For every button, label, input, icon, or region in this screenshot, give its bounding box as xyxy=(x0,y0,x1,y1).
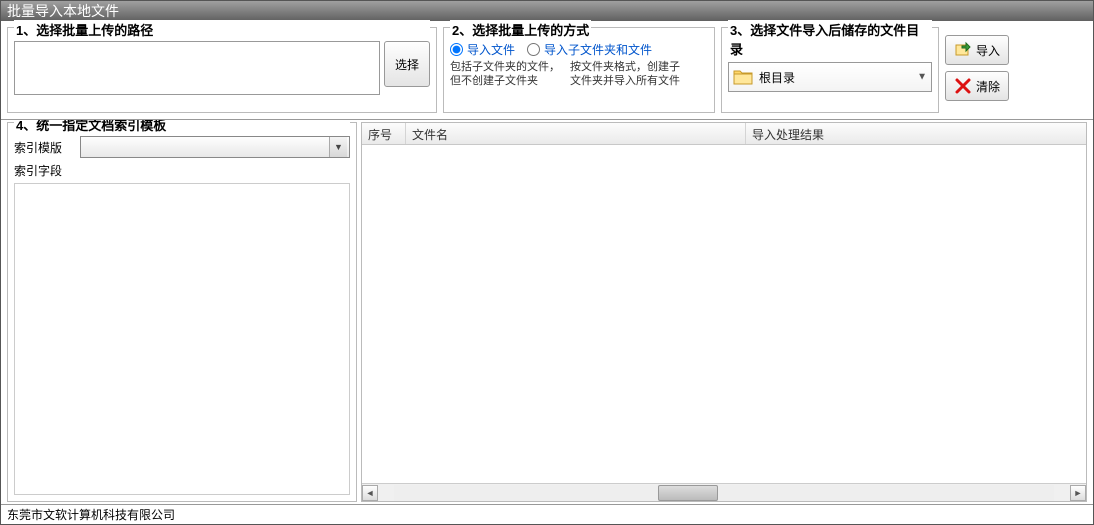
import-button[interactable]: 导入 xyxy=(945,35,1009,65)
clear-button-label: 清除 xyxy=(976,78,1000,95)
main-row: 4、统一指定文档索引模板 索引模版 ▼ 索引字段 序号 文件名 xyxy=(1,120,1093,504)
action-buttons: 导入 清除 xyxy=(945,27,1009,113)
import-button-label: 导入 xyxy=(976,42,1000,59)
select-path-button[interactable]: 选择 xyxy=(384,41,430,87)
target-dir-value: 根目录 xyxy=(759,69,795,86)
col-seq[interactable]: 序号 xyxy=(362,123,406,144)
section-path: 1、选择批量上传的路径 选择 xyxy=(7,27,437,113)
window-title: 批量导入本地文件 xyxy=(7,1,119,21)
horizontal-scrollbar[interactable]: ◄ ► xyxy=(362,483,1086,501)
result-table: 序号 文件名 导入处理结果 ◄ ► xyxy=(361,122,1087,502)
path-input[interactable] xyxy=(14,41,380,95)
clear-icon xyxy=(954,77,972,95)
radio-import-files-input[interactable] xyxy=(450,43,463,56)
method-desc-1: 包括子文件夹的文件，但不创建子文件夹 xyxy=(450,60,560,88)
scroll-track[interactable] xyxy=(394,485,1054,501)
col-result[interactable]: 导入处理结果 xyxy=(746,123,1086,144)
radio-import-subfolders-input[interactable] xyxy=(527,43,540,56)
target-dir-combo[interactable]: 根目录 ▼ xyxy=(728,62,932,92)
fields-label: 索引字段 xyxy=(14,162,74,179)
radio-import-subfolders[interactable]: 导入子文件夹和文件 xyxy=(527,41,652,58)
folder-icon xyxy=(733,68,753,86)
chevron-down-icon: ▼ xyxy=(329,137,347,157)
top-row: 1、选择批量上传的路径 选择 2、选择批量上传的方式 导入文件 导入子文件夹和文… xyxy=(1,21,1093,120)
section-target-dir: 3、选择文件导入后储存的文件目录 根目录 ▼ xyxy=(721,27,939,113)
scroll-left-icon[interactable]: ◄ xyxy=(362,485,378,501)
company-label: 东莞市文软计算机科技有限公司 xyxy=(7,506,175,523)
import-icon xyxy=(954,41,972,59)
statusbar: 东莞市文软计算机科技有限公司 xyxy=(1,504,1093,524)
section-index-template: 4、统一指定文档索引模板 索引模版 ▼ 索引字段 xyxy=(7,122,357,502)
scroll-right-icon[interactable]: ► xyxy=(1070,485,1086,501)
method-desc-2: 按文件夹格式，创建子文件夹并导入所有文件 xyxy=(570,60,680,88)
section-path-title: 1、选择批量上传的路径 xyxy=(14,20,430,39)
app-window: 批量导入本地文件 1、选择批量上传的路径 选择 2、选择批量上传的方式 导入文件 xyxy=(0,0,1094,525)
radio-import-files[interactable]: 导入文件 xyxy=(450,41,515,58)
table-header: 序号 文件名 导入处理结果 xyxy=(362,123,1086,145)
section-target-dir-title: 3、选择文件导入后储存的文件目录 xyxy=(728,20,932,58)
table-body[interactable] xyxy=(362,145,1086,483)
section-method: 2、选择批量上传的方式 导入文件 导入子文件夹和文件 包括子文件夹的文件，但不创… xyxy=(443,27,715,113)
template-dropdown[interactable]: ▼ xyxy=(80,136,350,158)
section-index-template-title: 4、统一指定文档索引模板 xyxy=(14,120,350,134)
col-filename[interactable]: 文件名 xyxy=(406,123,746,144)
chevron-down-icon: ▼ xyxy=(917,72,927,83)
scroll-thumb[interactable] xyxy=(658,485,718,501)
section-method-title: 2、选择批量上传的方式 xyxy=(450,20,591,39)
window-titlebar: 批量导入本地文件 xyxy=(1,1,1093,21)
clear-button[interactable]: 清除 xyxy=(945,71,1009,101)
radio-import-files-label: 导入文件 xyxy=(467,41,515,58)
index-fields-box[interactable] xyxy=(14,183,350,495)
radio-import-subfolders-label: 导入子文件夹和文件 xyxy=(544,41,652,58)
template-label: 索引模版 xyxy=(14,139,74,156)
